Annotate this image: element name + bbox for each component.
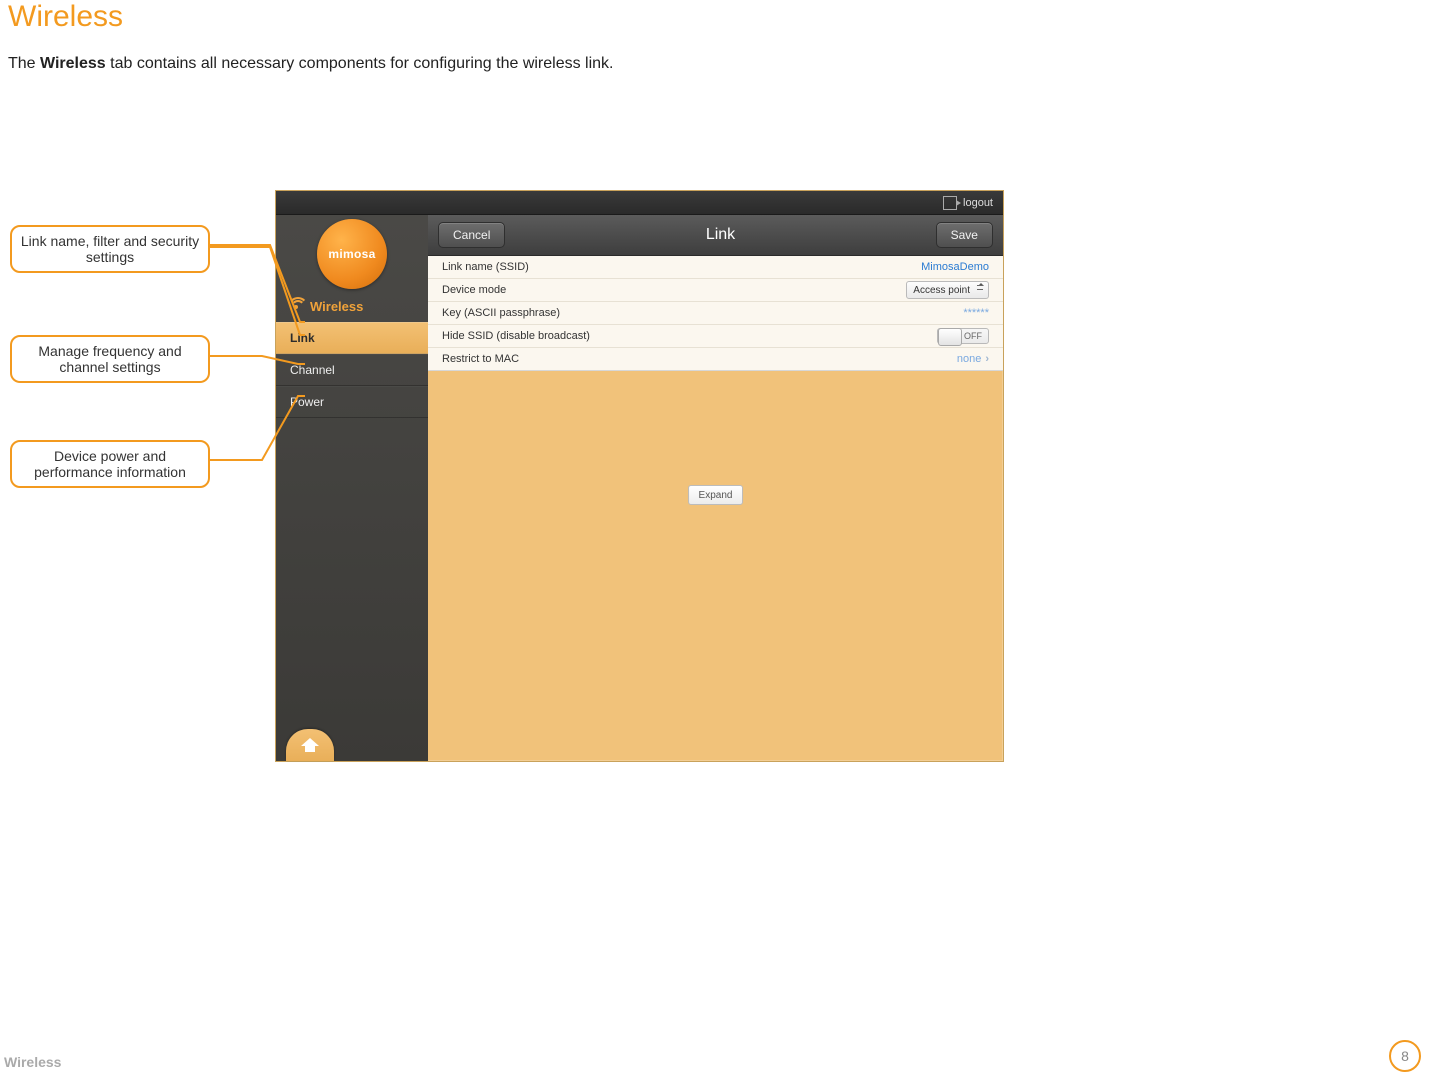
row-ssid-label: Link name (SSID): [442, 261, 529, 273]
sidebar-item-power[interactable]: Power: [276, 386, 428, 418]
row-device-mode: Device mode Access point: [428, 279, 1003, 302]
home-icon: [301, 738, 319, 752]
footer-section: Wireless: [4, 1054, 61, 1070]
intro-pre: The: [8, 55, 40, 72]
toggle-off-label: OFF: [964, 331, 982, 341]
callout-power: Device power and performance information: [10, 440, 210, 488]
mac-value-text: none: [957, 353, 981, 365]
row-hide-ssid: Hide SSID (disable broadcast) OFF: [428, 325, 1003, 348]
page-number-value: 8: [1401, 1048, 1409, 1064]
panel-header: Cancel Link Save: [428, 215, 1003, 256]
expand-button[interactable]: Expand: [688, 485, 744, 505]
ssid-value[interactable]: MimosaDemo: [921, 261, 989, 273]
intro-text: The Wireless tab contains all necessary …: [8, 55, 614, 73]
logo-text: mimosa: [328, 247, 375, 261]
row-restrict-mac: Restrict to MAC none ›: [428, 348, 1003, 370]
row-key: Key (ASCII passphrase) ******: [428, 302, 1003, 325]
cancel-button[interactable]: Cancel: [438, 222, 505, 248]
sidebar-item-label: Power: [290, 395, 324, 409]
chevron-right-icon: ›: [985, 353, 989, 365]
page-number: 8: [1389, 1040, 1421, 1072]
logo-area: mimosa: [276, 215, 428, 293]
sidebar-item-label: Link: [290, 331, 315, 345]
logo: mimosa: [317, 219, 387, 289]
sidebar-item-link[interactable]: Link: [276, 322, 428, 354]
row-mac-label: Restrict to MAC: [442, 353, 519, 365]
callout-link: Link name, filter and security settings: [10, 225, 210, 273]
row-mode-label: Device mode: [442, 284, 506, 296]
panel-title: Link: [706, 226, 735, 244]
sidebar-section-wireless[interactable]: Wireless: [276, 293, 428, 322]
page-title: Wireless: [8, 0, 123, 34]
home-button[interactable]: [286, 729, 334, 761]
intro-post: tab contains all necessary components fo…: [106, 55, 614, 72]
sidebar-section-label: Wireless: [310, 299, 363, 314]
logout-icon: [943, 196, 957, 210]
callout-channel: Manage frequency and channel settings: [10, 335, 210, 383]
top-bar: logout: [276, 191, 1003, 215]
settings-list: Link name (SSID) MimosaDemo Device mode …: [428, 256, 1003, 371]
row-ssid: Link name (SSID) MimosaDemo: [428, 256, 1003, 279]
row-key-label: Key (ASCII passphrase): [442, 307, 560, 319]
hide-ssid-toggle[interactable]: OFF: [937, 328, 989, 344]
row-hide-label: Hide SSID (disable broadcast): [442, 330, 590, 342]
save-button[interactable]: Save: [936, 222, 993, 248]
sidebar-item-channel[interactable]: Channel: [276, 354, 428, 386]
key-value[interactable]: ******: [963, 307, 989, 319]
device-mode-select[interactable]: Access point: [906, 281, 989, 299]
toggle-knob: [938, 328, 962, 346]
restrict-mac-value[interactable]: none ›: [957, 353, 989, 365]
logout-link[interactable]: logout: [963, 197, 993, 209]
main-panel: Cancel Link Save Link name (SSID) Mimosa…: [428, 215, 1003, 761]
intro-bold: Wireless: [40, 55, 106, 72]
app-window: logout mimosa Wireless Link Channel P: [275, 190, 1004, 762]
wifi-icon: [288, 301, 304, 313]
sidebar: mimosa Wireless Link Channel Power: [276, 215, 428, 761]
sidebar-item-label: Channel: [290, 363, 335, 377]
